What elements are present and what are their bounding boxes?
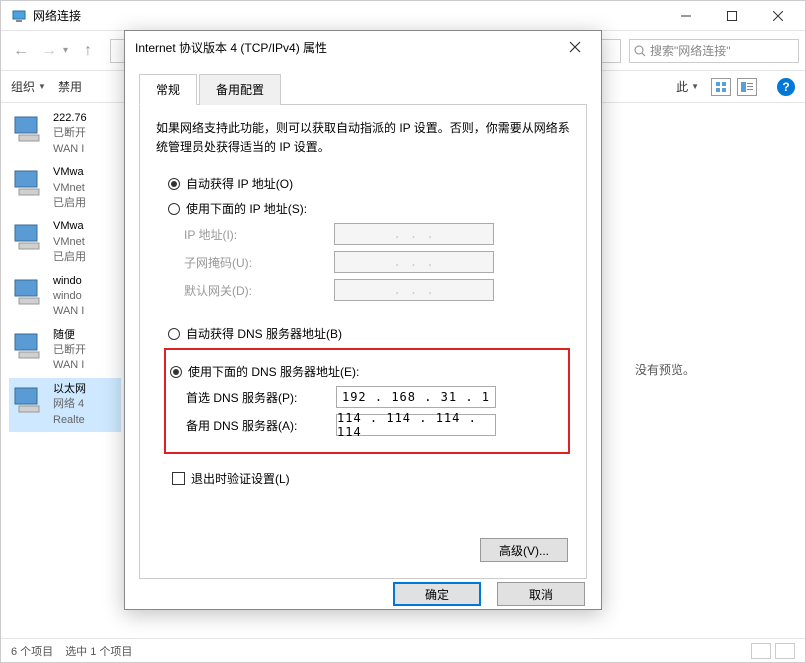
- radio-icon: [170, 366, 182, 378]
- minimize-button[interactable]: [663, 1, 709, 31]
- advanced-button[interactable]: 高级(V)...: [480, 538, 568, 562]
- back-button[interactable]: ←: [7, 37, 35, 65]
- dialog-titlebar: Internet 协议版本 4 (TCP/IPv4) 属性: [125, 31, 601, 63]
- radio-icon: [168, 328, 180, 340]
- list-item[interactable]: VMwaVMnet已启用: [9, 215, 121, 269]
- radio-ip-manual[interactable]: 使用下面的 IP 地址(S):: [168, 200, 570, 217]
- up-button[interactable]: ↑: [74, 37, 102, 65]
- ipv4-properties-dialog: Internet 协议版本 4 (TCP/IPv4) 属性 常规 备用配置 如果…: [124, 30, 602, 610]
- preferred-dns-input[interactable]: 192 . 168 . 31 . 1: [336, 386, 496, 408]
- list-item[interactable]: 222.76已断开WAN I: [9, 107, 121, 161]
- disable-button[interactable]: 禁用: [58, 78, 82, 95]
- list-item[interactable]: windowindoWAN I: [9, 270, 121, 324]
- search-placeholder: 搜索"网络连接": [650, 42, 731, 59]
- checkbox-label: 退出时验证设置(L): [191, 470, 290, 487]
- radio-ip-auto[interactable]: 自动获得 IP 地址(O): [168, 175, 570, 192]
- organize-menu[interactable]: 组织▼: [11, 78, 46, 95]
- adapter-icon: [11, 274, 47, 310]
- description-text: 如果网络支持此功能，则可以获取自动指派的 IP 设置。否则，你需要从网络系统管理…: [156, 119, 570, 157]
- close-button[interactable]: [755, 1, 801, 31]
- help-button[interactable]: ?: [777, 78, 795, 96]
- alternate-dns-label: 备用 DNS 服务器(A):: [186, 417, 336, 434]
- search-icon: [634, 45, 646, 57]
- adapter-icon: [11, 111, 47, 147]
- view-icon-thumb[interactable]: [711, 78, 731, 96]
- status-count: 6 个项目: [11, 643, 53, 659]
- list-item[interactable]: VMwaVMnet已启用: [9, 161, 121, 215]
- titlebar: 网络连接: [1, 1, 805, 31]
- forward-button[interactable]: →: [35, 37, 63, 65]
- radio-dns-auto[interactable]: 自动获得 DNS 服务器地址(B): [168, 325, 570, 342]
- ok-button[interactable]: 确定: [393, 582, 481, 606]
- alternate-dns-input[interactable]: 114 . 114 . 114 . 114: [336, 414, 496, 436]
- dialog-title: Internet 协议版本 4 (TCP/IPv4) 属性: [135, 39, 559, 56]
- preferred-dns-label: 首选 DNS 服务器(P):: [186, 389, 336, 406]
- radio-label: 使用下面的 IP 地址(S):: [186, 200, 307, 217]
- ip-address-input: . . .: [334, 223, 494, 245]
- list-item[interactable]: 随便已断开WAN I: [9, 324, 121, 378]
- list-item[interactable]: 以太网网络 4Realte: [9, 378, 121, 432]
- statusbar: 6 个项目 选中 1 个项目: [1, 638, 805, 662]
- gateway-input: . . .: [334, 279, 494, 301]
- tab-content: 如果网络支持此功能，则可以获取自动指派的 IP 设置。否则，你需要从网络系统管理…: [139, 105, 587, 579]
- radio-label: 自动获得 IP 地址(O): [186, 175, 293, 192]
- view-toggle-2[interactable]: [775, 643, 795, 659]
- dialog-buttons: 确定 取消: [125, 579, 601, 609]
- adapter-icon: [11, 328, 47, 364]
- subnet-mask-input: . . .: [334, 251, 494, 273]
- network-icon: [11, 8, 27, 24]
- ip-address-label: IP 地址(I):: [184, 226, 334, 243]
- radio-icon: [168, 203, 180, 215]
- radio-label: 自动获得 DNS 服务器地址(B): [186, 325, 342, 342]
- more-menu[interactable]: 此▼: [676, 78, 699, 95]
- tab-general[interactable]: 常规: [139, 74, 197, 105]
- highlight-box: 使用下面的 DNS 服务器地址(E): 首选 DNS 服务器(P):192 . …: [164, 348, 570, 454]
- search-input[interactable]: 搜索"网络连接": [629, 39, 799, 63]
- connection-list: 222.76已断开WAN I VMwaVMnet已启用 VMwaVMnet已启用…: [1, 103, 121, 643]
- status-selected: 选中 1 个项目: [65, 643, 132, 659]
- adapter-icon: [11, 219, 47, 255]
- dialog-close-button[interactable]: [559, 31, 591, 63]
- preview-empty-label: 没有预览。: [635, 361, 695, 378]
- cancel-button[interactable]: 取消: [497, 582, 585, 606]
- close-icon: [569, 41, 581, 53]
- subnet-mask-label: 子网掩码(U):: [184, 254, 334, 271]
- radio-dns-manual[interactable]: 使用下面的 DNS 服务器地址(E):: [170, 363, 560, 380]
- radio-label: 使用下面的 DNS 服务器地址(E):: [188, 363, 359, 380]
- history-dropdown[interactable]: ▾: [63, 45, 68, 56]
- view-icon-details[interactable]: [737, 78, 757, 96]
- window-title: 网络连接: [33, 7, 663, 24]
- adapter-icon: [11, 165, 47, 201]
- view-toggle-1[interactable]: [751, 643, 771, 659]
- adapter-icon: [11, 382, 47, 418]
- gateway-label: 默认网关(D):: [184, 282, 334, 299]
- maximize-button[interactable]: [709, 1, 755, 31]
- tab-alternate[interactable]: 备用配置: [199, 74, 281, 105]
- validate-checkbox[interactable]: 退出时验证设置(L): [172, 470, 570, 487]
- tabstrip: 常规 备用配置: [139, 73, 587, 105]
- checkbox-icon: [172, 472, 185, 485]
- radio-icon: [168, 178, 180, 190]
